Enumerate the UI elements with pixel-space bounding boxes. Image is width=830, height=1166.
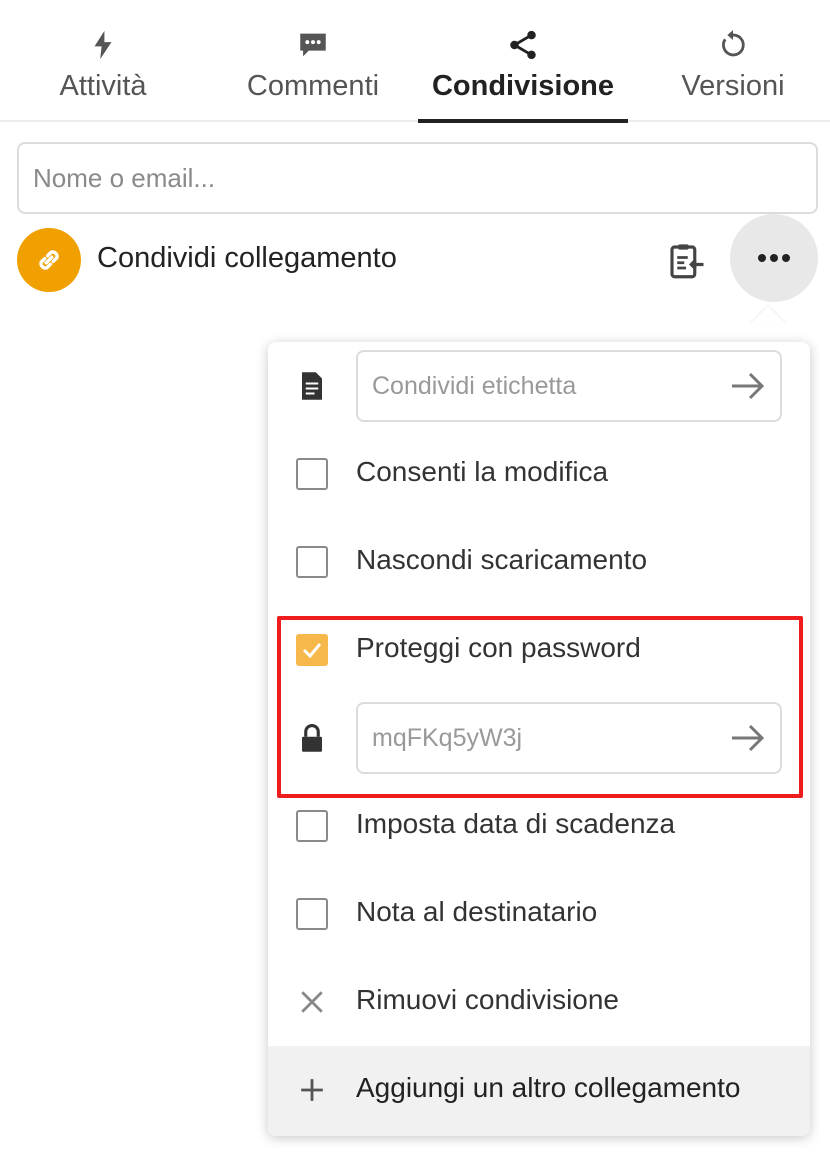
password-row: mqFKq5yW3j [268, 694, 810, 782]
note-label: Nota al destinatario [356, 896, 598, 927]
more-actions-button[interactable] [730, 214, 818, 302]
expiry-date-label: Imposta data di scadenza [356, 808, 676, 839]
tab-label: Attività [59, 70, 147, 102]
share-icon [510, 30, 536, 60]
submit-arrow-icon[interactable] [730, 722, 766, 754]
link-icon [39, 250, 59, 270]
allow-edit-option[interactable]: Consenti la modifica [268, 430, 810, 518]
history-icon [722, 30, 745, 57]
tab-label: Commenti [246, 70, 380, 102]
password-protect-option[interactable]: Proteggi con password [268, 606, 810, 694]
hide-download-label: Nascondi scaricamento [356, 544, 648, 575]
sidebar-tabs: Attività Commenti Condivisione Versioni [0, 0, 830, 123]
remove-share-option[interactable]: Rimuovi condivisione [268, 958, 810, 1046]
tab-activity[interactable]: Attività [30, 0, 176, 122]
lightning-icon [94, 30, 112, 60]
password-field[interactable]: mqFKq5yW3j [356, 702, 782, 774]
allow-edit-label: Consenti la modifica [356, 456, 609, 487]
plus-icon [296, 1074, 328, 1106]
note-option[interactable]: Nota al destinatario [268, 870, 810, 958]
comment-icon [300, 33, 326, 57]
add-link-label: Aggiungi un altro collegamento [356, 1072, 741, 1103]
tab-sharing[interactable]: Condivisione [418, 0, 628, 123]
hide-download-option[interactable]: Nascondi scaricamento [268, 518, 810, 606]
password-value: mqFKq5yW3j [372, 724, 523, 752]
share-with-input[interactable] [17, 142, 818, 214]
tab-versions[interactable]: Versioni [666, 0, 800, 122]
password-protect-checkbox[interactable] [296, 634, 328, 666]
add-link-option[interactable]: Aggiungi un altro collegamento [268, 1046, 810, 1136]
more-icon [758, 254, 790, 262]
check-icon [302, 643, 322, 659]
share-link-label: Condividi collegamento [97, 242, 397, 274]
expiry-date-checkbox[interactable] [296, 810, 328, 842]
tab-label: Condivisione [431, 70, 615, 102]
submit-arrow-icon[interactable] [730, 370, 766, 402]
clipboard-icon [670, 244, 704, 279]
copy-link-button[interactable] [665, 240, 707, 282]
share-label-placeholder: Condividi etichetta [372, 372, 577, 400]
remove-share-label: Rimuovi condivisione [356, 984, 620, 1015]
tab-label: Versioni [681, 70, 785, 102]
document-icon [296, 370, 328, 402]
hide-download-checkbox[interactable] [296, 546, 328, 578]
password-protect-label: Proteggi con password [356, 632, 641, 663]
share-link-row: Condividi collegamento [17, 214, 818, 302]
note-checkbox[interactable] [296, 898, 328, 930]
allow-edit-checkbox[interactable] [296, 458, 328, 490]
lock-icon [296, 722, 328, 754]
tab-comments[interactable]: Commenti [232, 0, 394, 122]
share-label-row: Condividi etichetta [268, 342, 810, 430]
share-label-field[interactable]: Condividi etichetta [356, 350, 782, 422]
link-avatar [17, 228, 81, 292]
share-options-menu: Condividi etichetta Consenti la modifica… [268, 342, 810, 1136]
expiry-date-option[interactable]: Imposta data di scadenza [268, 782, 810, 870]
popover-caret [750, 306, 786, 324]
close-icon [296, 986, 328, 1018]
